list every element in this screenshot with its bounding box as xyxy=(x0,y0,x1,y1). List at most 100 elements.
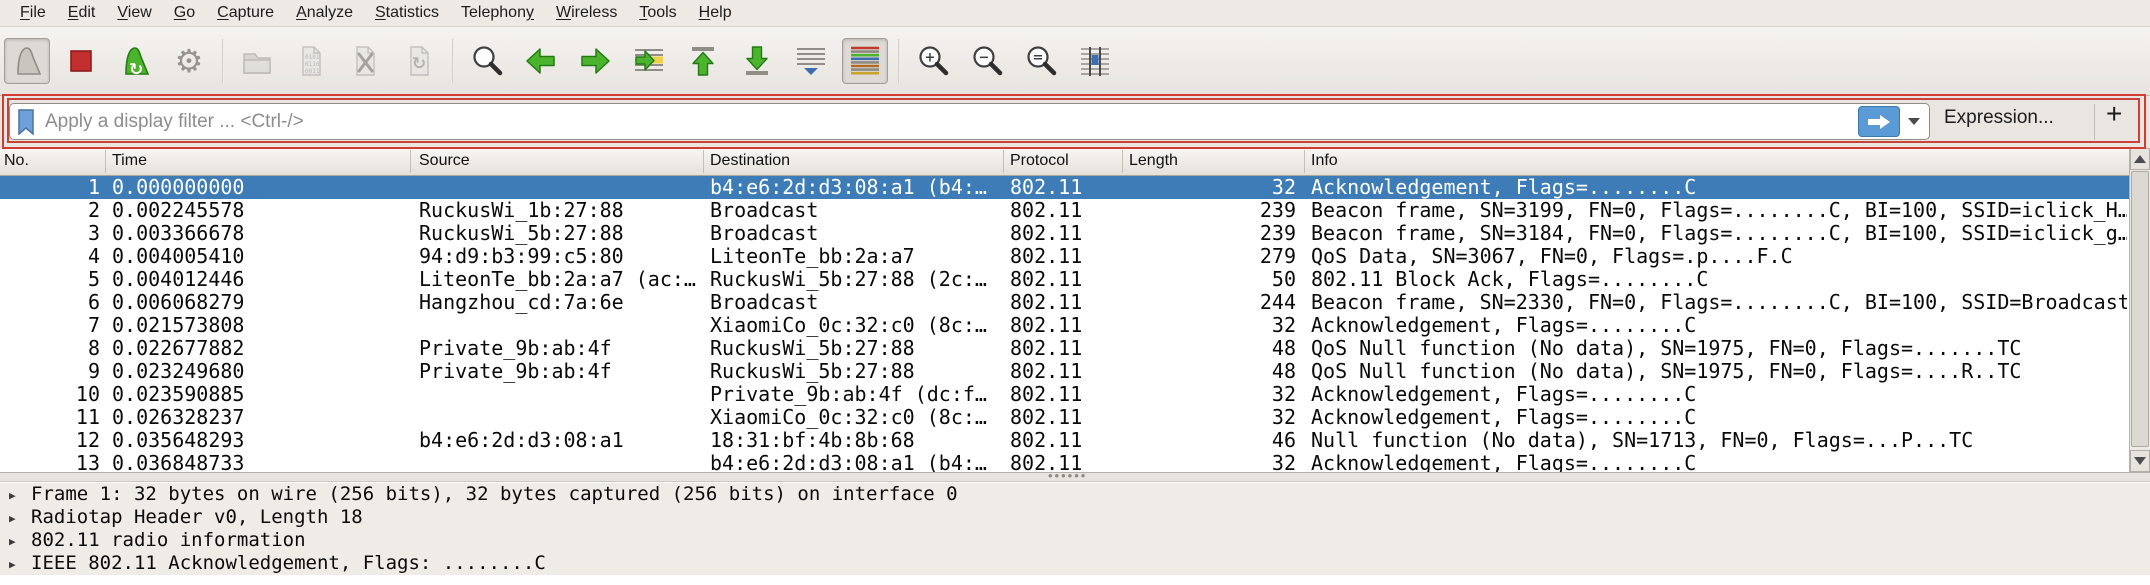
packet-row[interactable]: 60.006068279Hangzhou_cd:7a:6eBroadcast80… xyxy=(0,291,2129,314)
menu-item-edit[interactable]: Edit xyxy=(57,0,107,26)
capture-options-button[interactable]: ⚙ xyxy=(166,38,212,84)
expander-triangle-icon[interactable]: ▶ xyxy=(0,507,31,530)
packet-destination-cell: RuckusWi_5b:27:88 xyxy=(710,360,1002,383)
auto-scroll-button[interactable] xyxy=(788,38,834,84)
packet-length-cell: 239 xyxy=(1122,222,1296,245)
menu-item-help[interactable]: Help xyxy=(688,0,743,26)
capture-options-icon: ⚙ xyxy=(171,43,207,79)
reload-file-button: ↻ xyxy=(396,38,442,84)
packet-no-cell: 4 xyxy=(0,245,100,268)
packet-length-cell: 32 xyxy=(1122,314,1296,337)
packet-row[interactable]: 120.035648293b4:e6:2d:d3:08:a118:31:bf:4… xyxy=(0,429,2129,452)
restart-capture-button[interactable]: ↻ xyxy=(112,38,158,84)
zoom-in-button[interactable]: + xyxy=(910,38,956,84)
zoom-out-button[interactable]: − xyxy=(964,38,1010,84)
menu-item-view[interactable]: View xyxy=(106,0,162,26)
column-divider[interactable] xyxy=(410,150,411,173)
column-divider[interactable] xyxy=(105,150,106,173)
scrollbar-down-button[interactable] xyxy=(2130,450,2150,472)
packet-row[interactable]: 70.021573808XiaomiCo_0c:32:c0 (8c:…802.1… xyxy=(0,314,2129,337)
packet-row[interactable]: 110.026328237XiaomiCo_0c:32:c0 (8c:…802.… xyxy=(0,406,2129,429)
packet-row[interactable]: 50.004012446LiteonTe_bb:2a:a7 (ac:…Rucku… xyxy=(0,268,2129,291)
packet-row[interactable]: 90.023249680Private_9b:ab:4fRuckusWi_5b:… xyxy=(0,360,2129,383)
column-divider[interactable] xyxy=(1122,150,1123,173)
packet-no-cell: 12 xyxy=(0,429,100,452)
packet-row[interactable]: 10.000000000b4:e6:2d:d3:08:a1 (b4:…802.1… xyxy=(0,176,2129,199)
packet-time-cell: 0.036848733 xyxy=(112,452,412,472)
scrollbar-up-button[interactable] xyxy=(2130,148,2150,170)
go-forward-icon xyxy=(577,43,613,79)
toolbar-separator xyxy=(898,39,900,83)
pane-splitter[interactable]: •••••• xyxy=(0,472,2150,482)
display-filter-input[interactable]: Apply a display filter ... <Ctrl-/> xyxy=(9,103,1930,140)
packet-length-cell: 32 xyxy=(1122,452,1296,472)
filter-history-caret-icon[interactable] xyxy=(1908,118,1920,125)
scrollbar-thumb[interactable] xyxy=(2131,171,2149,447)
packet-info-cell: Acknowledgement, Flags=........C xyxy=(1311,176,2127,199)
expander-triangle-icon[interactable]: ▶ xyxy=(0,530,31,553)
go-to-bottom-button[interactable] xyxy=(734,38,780,84)
packet-no-cell: 5 xyxy=(0,268,100,291)
packet-time-cell: 0.023590885 xyxy=(112,383,412,406)
apply-filter-button[interactable] xyxy=(1858,106,1900,137)
zoom-reset-button[interactable]: = xyxy=(1018,38,1064,84)
stop-capture-button[interactable] xyxy=(58,38,104,84)
column-header-no[interactable]: No. xyxy=(4,152,29,170)
packet-source-cell: Private_9b:ab:4f xyxy=(419,360,703,383)
menu-item-analyze[interactable]: Analyze xyxy=(285,0,364,26)
packet-info-cell: Beacon frame, SN=2330, FN=0, Flags=.....… xyxy=(1311,291,2127,314)
go-to-packet-button[interactable] xyxy=(626,38,672,84)
menu-item-go[interactable]: Go xyxy=(163,0,206,26)
menu-item-capture[interactable]: Capture xyxy=(206,0,285,26)
detail-row[interactable]: ▶Radiotap Header v0, Length 18 xyxy=(0,506,2150,529)
menu-item-telephony[interactable]: Telephony xyxy=(450,0,545,26)
packet-row[interactable]: 30.003366678RuckusWi_5b:27:88Broadcast80… xyxy=(0,222,2129,245)
add-filter-button[interactable]: + xyxy=(2106,98,2122,130)
expression-button[interactable]: Expression... xyxy=(1944,107,2054,129)
packet-row[interactable]: 80.022677882Private_9b:ab:4fRuckusWi_5b:… xyxy=(0,337,2129,360)
go-back-button[interactable] xyxy=(518,38,564,84)
filter-bookmark-icon[interactable] xyxy=(17,109,35,135)
column-divider[interactable] xyxy=(1003,150,1004,173)
packet-destination-cell: b4:e6:2d:d3:08:a1 (b4:… xyxy=(710,176,1002,199)
column-header-time[interactable]: Time xyxy=(112,152,147,170)
packet-time-cell: 0.006068279 xyxy=(112,291,412,314)
column-header-source[interactable]: Source xyxy=(419,152,470,170)
packet-row[interactable]: 100.023590885Private_9b:ab:4f (dc:f…802.… xyxy=(0,383,2129,406)
go-to-top-button[interactable] xyxy=(680,38,726,84)
zoom-in-icon: + xyxy=(915,43,951,79)
find-packet-button[interactable] xyxy=(464,38,510,84)
svg-text:⚙: ⚙ xyxy=(175,43,204,79)
packet-row[interactable]: 20.002245578RuckusWi_1b:27:88Broadcast80… xyxy=(0,199,2129,222)
column-divider[interactable] xyxy=(1304,150,1305,173)
packet-list-scrollbar[interactable] xyxy=(2129,148,2150,472)
menu-item-statistics[interactable]: Statistics xyxy=(364,0,450,26)
menu-item-wireless[interactable]: Wireless xyxy=(545,0,628,26)
start-capture-button[interactable] xyxy=(4,38,50,84)
column-header-info[interactable]: Info xyxy=(1311,152,1338,170)
column-header-proto[interactable]: Protocol xyxy=(1010,152,1069,170)
detail-row[interactable]: ▶Frame 1: 32 bytes on wire (256 bits), 3… xyxy=(0,483,2150,506)
packet-destination-cell: 18:31:bf:4b:8b:68 xyxy=(710,429,1002,452)
svg-text:+: + xyxy=(925,51,936,66)
menu-item-file[interactable]: File xyxy=(9,0,57,26)
column-header-len[interactable]: Length xyxy=(1129,152,1178,170)
detail-row-text: Frame 1: 32 bytes on wire (256 bits), 32… xyxy=(31,483,958,505)
detail-row[interactable]: ▶802.11 radio information xyxy=(0,529,2150,552)
packet-time-cell: 0.004012446 xyxy=(112,268,412,291)
packet-info-cell: QoS Data, SN=3067, FN=0, Flags=.p....F.C xyxy=(1311,245,2127,268)
colorize-button[interactable] xyxy=(842,38,888,84)
menu-item-tools[interactable]: Tools xyxy=(628,0,687,26)
column-divider[interactable] xyxy=(703,150,704,173)
column-header-dest[interactable]: Destination xyxy=(710,152,790,170)
packet-destination-cell: XiaomiCo_0c:32:c0 (8c:… xyxy=(710,314,1002,337)
expander-triangle-icon[interactable]: ▶ xyxy=(0,553,31,576)
resize-columns-button[interactable] xyxy=(1072,38,1118,84)
expander-triangle-icon[interactable]: ▶ xyxy=(0,484,31,507)
detail-row-text: 802.11 radio information xyxy=(31,529,306,551)
packet-time-cell: 0.002245578 xyxy=(112,199,412,222)
detail-row[interactable]: ▶IEEE 802.11 Acknowledgement, Flags: ...… xyxy=(0,552,2150,575)
packet-row[interactable]: 40.00400541094:d9:b3:99:c5:80LiteonTe_bb… xyxy=(0,245,2129,268)
go-forward-button[interactable] xyxy=(572,38,618,84)
auto-scroll-icon xyxy=(793,43,829,79)
